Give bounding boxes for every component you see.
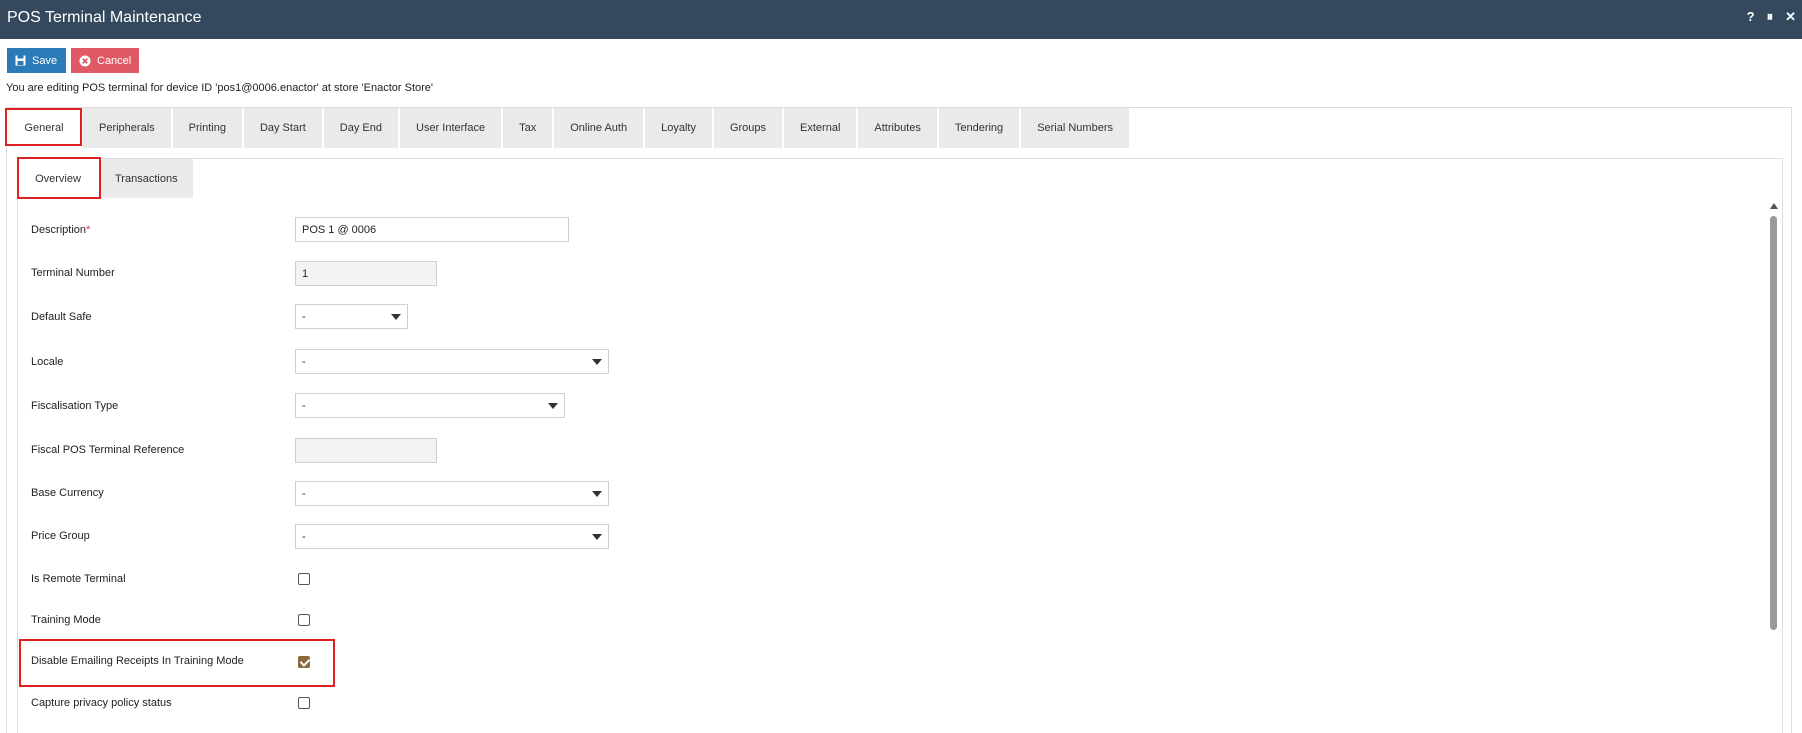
edit-context-message: You are editing POS terminal for device … [6,82,434,94]
window-controls: ? ⏸ ✕ [1747,9,1796,25]
cancel-circle-icon [79,55,91,67]
tab-peripherals[interactable]: Peripherals [83,108,173,148]
title-bar: POS Terminal Maintenance ? ⏸ ✕ [0,0,1802,39]
default-safe-value: - [302,310,306,323]
scroll-up-arrow-icon[interactable] [1770,203,1778,209]
tab-serial-numbers[interactable]: Serial Numbers [1021,108,1131,148]
tab-transactions[interactable]: Transactions [100,159,195,198]
window-title: POS Terminal Maintenance [7,9,202,26]
tab-tendering[interactable]: Tendering [938,108,1022,148]
chevron-down-icon [592,490,602,497]
fiscalisation-type-select[interactable]: - [295,393,565,418]
fiscal-pos-ref-field[interactable] [295,438,437,463]
tab-online-auth[interactable]: Online Auth [554,108,646,148]
tab-overview[interactable]: Overview [18,159,100,198]
sub-tab-bar: Overview Transactions [18,159,195,198]
scrollbar-thumb[interactable] [1770,216,1777,630]
main-tab-bar: General Peripherals Printing Day Start D… [7,108,1131,148]
tab-day-start[interactable]: Day Start [243,108,324,148]
help-icon[interactable]: ? [1747,9,1755,25]
tab-groups[interactable]: Groups [713,108,785,148]
training-mode-label: Training Mode [31,614,101,626]
default-safe-select[interactable]: - [295,304,408,329]
disable-emailing-label: Disable Emailing Receipts In Training Mo… [31,655,244,667]
is-remote-terminal-checkbox[interactable] [298,573,310,585]
capture-privacy-label: Capture privacy policy status [31,697,172,709]
tab-general[interactable]: General [7,108,83,148]
fiscal-pos-ref-label: Fiscal POS Terminal Reference [31,444,185,456]
locale-value: - [302,355,306,368]
pause-icon[interactable]: ⏸ [1767,9,1774,25]
terminal-number-field[interactable]: 1 [295,261,437,286]
locale-label: Locale [31,356,64,368]
default-safe-label: Default Safe [31,311,92,323]
cancel-button[interactable]: Cancel [71,48,139,73]
price-group-label: Price Group [31,530,90,542]
base-currency-label: Base Currency [31,487,104,499]
tab-printing[interactable]: Printing [172,108,244,148]
fiscalisation-type-label: Fiscalisation Type [31,400,119,412]
tab-external[interactable]: External [784,108,859,148]
save-button[interactable]: Save [7,48,66,73]
tab-day-end[interactable]: Day End [323,108,400,148]
chevron-down-icon [391,313,401,320]
fiscalisation-type-value: - [302,399,306,412]
description-label-text: Description [31,224,87,236]
description-field[interactable]: POS 1 @ 0006 [295,217,569,242]
base-currency-select[interactable]: - [295,481,609,506]
chevron-down-icon [548,402,558,409]
chevron-down-icon [592,358,602,365]
locale-select[interactable]: - [295,349,609,374]
base-currency-value: - [302,487,306,500]
tab-loyalty[interactable]: Loyalty [645,108,714,148]
tab-attributes[interactable]: Attributes [858,108,939,148]
close-icon[interactable]: ✕ [1785,9,1796,25]
terminal-number-label: Terminal Number [31,267,115,279]
tab-user-interface[interactable]: User Interface [400,108,504,148]
chevron-down-icon [592,533,602,540]
description-label: Description* [31,224,90,236]
training-mode-checkbox[interactable] [298,614,310,626]
price-group-value: - [302,530,306,543]
cancel-label: Cancel [97,54,132,67]
floppy-disk-icon [15,55,26,66]
is-remote-terminal-label: Is Remote Terminal [31,573,126,585]
price-group-select[interactable]: - [295,524,609,549]
sub-tab-panel [17,158,1783,733]
save-label: Save [32,54,58,67]
required-mark: * [86,224,91,236]
tab-tax[interactable]: Tax [503,108,555,148]
disable-emailing-checkbox[interactable] [298,656,310,668]
capture-privacy-checkbox[interactable] [298,697,310,709]
